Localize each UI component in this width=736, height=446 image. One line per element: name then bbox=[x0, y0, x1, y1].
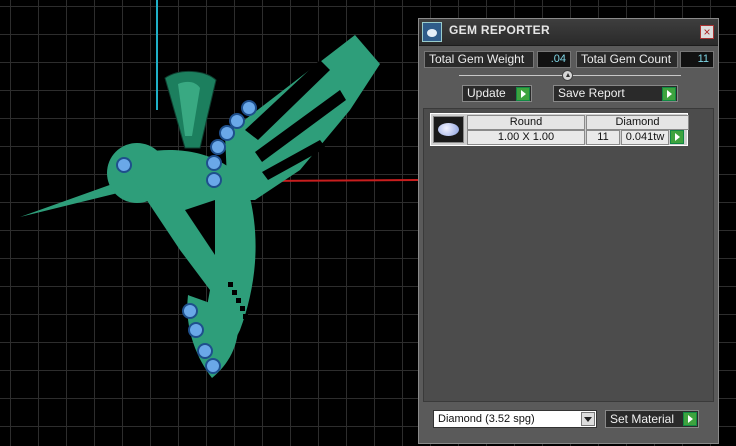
panel-title: GEM REPORTER bbox=[449, 23, 550, 37]
slider-knob[interactable] bbox=[562, 70, 573, 81]
gem-size: 1.00 X 1.00 bbox=[467, 130, 585, 145]
gem bbox=[197, 343, 213, 359]
total-gem-count-value: 11 bbox=[680, 51, 714, 68]
set-material-button-label: Set Material bbox=[610, 412, 675, 426]
pave-hole bbox=[243, 314, 248, 319]
gem bbox=[206, 155, 222, 171]
material-select[interactable]: Diamond (3.52 spg) bbox=[433, 410, 597, 428]
gem bbox=[229, 113, 245, 129]
set-material-button[interactable]: Set Material bbox=[605, 410, 699, 428]
update-button[interactable]: Update bbox=[462, 85, 532, 102]
gem bbox=[206, 172, 222, 188]
total-gem-count-label: Total Gem Count bbox=[576, 51, 678, 68]
save-report-button-label: Save Report bbox=[558, 86, 625, 100]
gem bbox=[116, 157, 132, 173]
gem bbox=[205, 358, 221, 374]
save-report-play-icon bbox=[662, 87, 676, 101]
gem-row[interactable]: Round 1.00 X 1.00 Diamond 11 0.041tw bbox=[430, 113, 689, 146]
save-report-button[interactable]: Save Report bbox=[553, 85, 678, 102]
material-select-value: Diamond (3.52 spg) bbox=[438, 413, 535, 425]
pave-hole bbox=[232, 290, 237, 295]
beak bbox=[20, 182, 122, 217]
gem-list[interactable]: Round 1.00 X 1.00 Diamond 11 0.041tw bbox=[423, 108, 714, 402]
round-gem-thumbnail-icon bbox=[433, 116, 464, 143]
gem bbox=[188, 322, 204, 338]
gem-shape: Round bbox=[467, 115, 585, 130]
pave-hole bbox=[240, 306, 245, 311]
gem-row-play-icon[interactable] bbox=[670, 130, 684, 144]
chevron-down-icon[interactable] bbox=[581, 412, 595, 426]
gem bbox=[241, 100, 257, 116]
gem-material: Diamond bbox=[586, 115, 689, 130]
gem bbox=[219, 125, 235, 141]
update-play-icon bbox=[516, 87, 530, 101]
gem bbox=[210, 139, 226, 155]
gem-reporter-icon bbox=[422, 22, 442, 42]
material-bar: Diamond (3.52 spg) Set Material bbox=[423, 407, 714, 439]
pave-hole bbox=[228, 282, 233, 287]
gem-count: 11 bbox=[586, 130, 620, 145]
update-button-label: Update bbox=[467, 86, 506, 100]
pave-hole bbox=[236, 298, 241, 303]
gem bbox=[182, 303, 198, 319]
total-gem-weight-label: Total Gem Weight bbox=[424, 51, 534, 68]
close-button[interactable]: × bbox=[700, 25, 714, 39]
gem-reporter-panel: GEM REPORTER × Total Gem Weight .04 Tota… bbox=[418, 18, 719, 444]
total-gem-weight-value: .04 bbox=[537, 51, 571, 68]
set-material-play-icon bbox=[683, 412, 697, 426]
gem-weight: 0.041tw bbox=[621, 130, 669, 145]
panel-titlebar[interactable]: GEM REPORTER × bbox=[419, 19, 718, 46]
